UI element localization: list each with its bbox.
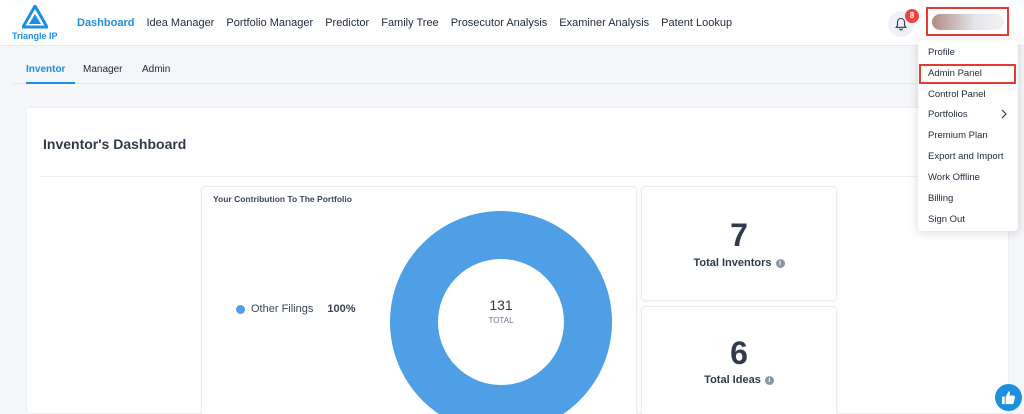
stat-label: Total Ideas i	[642, 374, 836, 386]
top-navigation: Triangle IP Dashboard Idea Manager Portf…	[0, 0, 1024, 46]
menu-item-export-import[interactable]: Export and Import	[928, 151, 1004, 162]
menu-item-premium-plan[interactable]: Premium Plan	[928, 130, 988, 141]
stat-label-text: Total Inventors	[693, 257, 772, 269]
legend-swatch	[236, 304, 245, 314]
menu-item-portfolios[interactable]: Portfolios	[928, 109, 968, 120]
nav-idea-manager[interactable]: Idea Manager	[146, 17, 214, 29]
info-icon[interactable]: i	[764, 376, 774, 385]
stat-label-text: Total Ideas	[704, 374, 761, 386]
nav-examiner-analysis[interactable]: Examiner Analysis	[559, 17, 649, 29]
chart-legend[interactable]: Other Filings 100%	[236, 303, 356, 315]
page-title: Inventor's Dashboard	[43, 136, 187, 152]
nav-portfolio-manager[interactable]: Portfolio Manager	[226, 17, 313, 29]
tab-inventor[interactable]: Inventor	[26, 64, 65, 75]
chevron-right-icon	[1001, 109, 1007, 119]
donut-total-value: 131	[489, 297, 513, 313]
nav-dashboard[interactable]: Dashboard	[77, 17, 134, 29]
stat-value: 6	[730, 335, 748, 371]
info-icon[interactable]: i	[775, 259, 785, 268]
feedback-button[interactable]	[995, 384, 1022, 411]
triangle-logo-icon	[22, 5, 48, 29]
stat-card-inventors: 7 Total Inventors i	[641, 186, 837, 301]
menu-item-billing[interactable]: Billing	[928, 193, 953, 204]
nav-predictor[interactable]: Predictor	[325, 17, 369, 29]
dashboard-panel: Inventor's Dashboard Your Contribution T…	[26, 107, 1009, 414]
dashboard-tabs: Inventor Manager Admin	[12, 55, 1002, 84]
nav-prosecutor-analysis[interactable]: Prosecutor Analysis	[451, 17, 548, 29]
nav-patent-lookup[interactable]: Patent Lookup	[661, 17, 732, 29]
user-dropdown-menu: Profile Admin Panel Control Panel Portfo…	[918, 40, 1018, 231]
menu-item-admin-panel[interactable]: Admin Panel	[928, 68, 982, 79]
stat-value: 7	[730, 217, 748, 253]
user-menu-button[interactable]	[926, 7, 1009, 36]
contribution-card: Your Contribution To The Portfolio Other…	[201, 186, 637, 414]
thumbs-up-icon	[1001, 391, 1016, 405]
stat-label: Total Inventors i	[642, 257, 836, 269]
stat-card-ideas: 6 Total Ideas i	[641, 306, 837, 414]
donut-total-label: TOTAL	[488, 316, 514, 325]
legend-percent: 100%	[327, 303, 356, 315]
contribution-title: Your Contribution To The Portfolio	[213, 194, 352, 204]
legend-label: Other Filings	[251, 303, 314, 315]
menu-item-control-panel[interactable]: Control Panel	[928, 89, 986, 100]
menu-item-work-offline[interactable]: Work Offline	[928, 172, 980, 183]
avatar	[932, 14, 1004, 30]
menu-item-profile[interactable]: Profile	[928, 47, 955, 58]
nav-family-tree[interactable]: Family Tree	[381, 17, 438, 29]
divider	[41, 176, 996, 177]
tab-manager[interactable]: Manager	[83, 64, 122, 75]
main-nav: Dashboard Idea Manager Portfolio Manager…	[77, 17, 744, 29]
menu-item-sign-out[interactable]: Sign Out	[928, 214, 965, 225]
notification-count-badge: 8	[905, 9, 919, 23]
logo-text: Triangle IP	[12, 31, 58, 41]
logo[interactable]: Triangle IP	[12, 5, 60, 41]
active-tab-indicator	[26, 82, 75, 84]
tab-admin[interactable]: Admin	[142, 64, 170, 75]
